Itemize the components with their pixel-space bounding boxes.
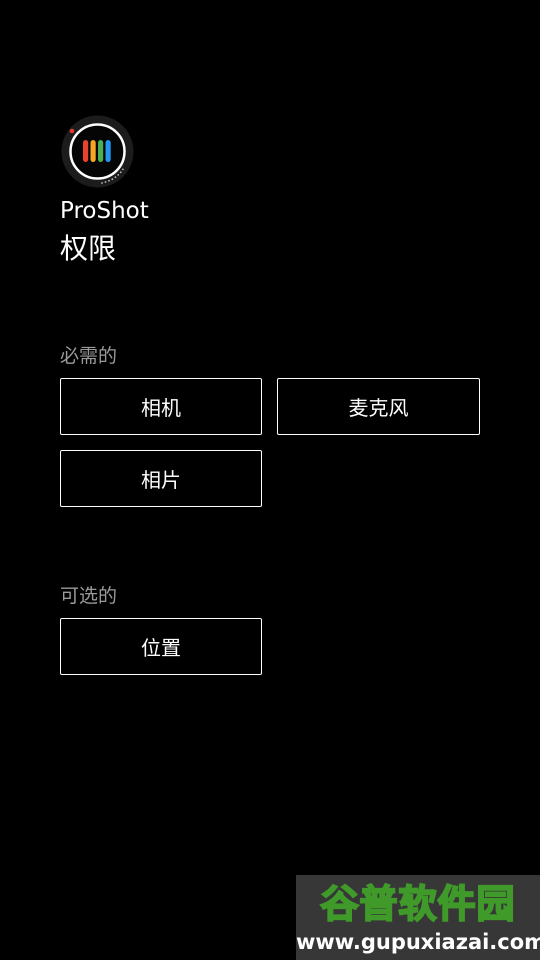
section-label-optional: 可选的 [60,585,118,607]
section-label-required: 必需的 [60,345,118,367]
location-permission-button[interactable]: 位置 [60,618,262,675]
camera-permission-button[interactable]: 相机 [60,378,262,435]
watermark: 谷普软件园 www.gupuxiazai.com [296,875,540,960]
watermark-title: 谷普软件园 [319,881,516,927]
page-title: 权限 [60,232,117,265]
microphone-permission-button[interactable]: 麦克风 [277,378,480,435]
photos-permission-button[interactable]: 相片 [60,450,262,507]
app-name: ProShot [60,198,149,224]
watermark-url: www.gupuxiazai.com [296,930,540,954]
proshot-app-icon [61,115,134,188]
proshot-logo-icon [61,115,134,188]
